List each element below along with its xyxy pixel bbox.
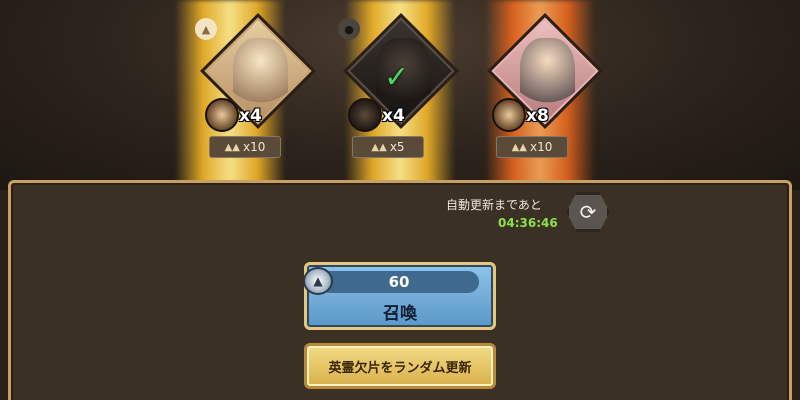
fragment-icon	[492, 98, 526, 132]
fragment-cost-value: x5	[389, 140, 405, 154]
fragment-cost-value: x10	[243, 140, 266, 154]
summon-cost-bar: 60	[319, 271, 479, 293]
wing-icon: ▲▲	[224, 141, 240, 153]
refresh-icon: ⟳	[579, 200, 597, 224]
hero-portrait	[233, 38, 288, 113]
random-refresh-button[interactable]: 英霊欠片をランダム更新	[304, 343, 496, 389]
fragment-cost: ▲▲ x10	[496, 136, 568, 158]
drop-icon: ●	[338, 18, 360, 40]
fragment-icon	[348, 98, 382, 132]
fragment-cost: ▲▲ x10	[209, 136, 281, 158]
hero-fragment-card[interactable]: ▲ x4 ▲▲ x10	[195, 13, 325, 163]
fragment-cost-value: x10	[530, 140, 553, 154]
check-icon: ✓	[384, 60, 410, 95]
wing-currency-icon: ▲	[303, 267, 333, 295]
summon-label: 召喚	[383, 304, 417, 324]
hero-fragment-card[interactable]: ● ✓ x4 ▲▲ x5	[338, 13, 468, 163]
summon-button[interactable]: 60 ▲ 召喚	[303, 262, 496, 330]
fragment-cost: ▲▲ x5	[352, 136, 424, 158]
wing-icon: ▲▲	[371, 141, 387, 153]
drop-icon: ▲	[195, 18, 217, 40]
summon-cost-value: 60	[388, 273, 410, 291]
auto-refresh-timer: 04:36:46	[498, 216, 558, 230]
hero-portrait	[520, 38, 575, 113]
fragment-multiplier: x4	[382, 106, 405, 126]
fragment-multiplier: x4	[239, 106, 262, 126]
wing-icon: ▲▲	[511, 141, 527, 153]
random-refresh-label: 英霊欠片をランダム更新	[328, 360, 472, 376]
auto-refresh-label: 自動更新まであと	[446, 198, 542, 212]
fragment-icon	[205, 98, 239, 132]
fragment-multiplier: x8	[526, 106, 549, 126]
hero-fragment-card[interactable]: x8 ▲▲ x10	[482, 13, 612, 163]
